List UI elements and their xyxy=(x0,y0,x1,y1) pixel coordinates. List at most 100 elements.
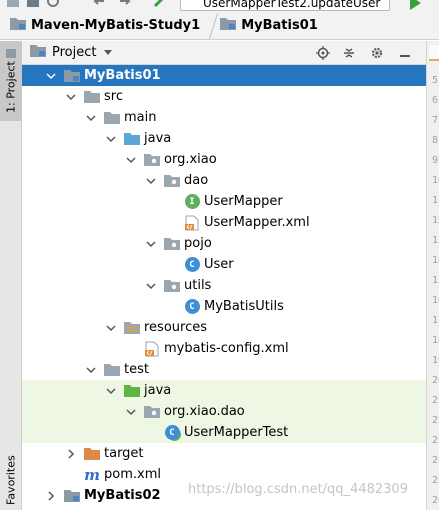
tree-node[interactable]: utils xyxy=(22,275,426,296)
tree-node[interactable]: target xyxy=(22,443,426,464)
line-number: 19 xyxy=(432,355,439,366)
chevron-right-icon[interactable] xyxy=(64,447,78,461)
xml-file-icon xyxy=(184,215,200,231)
chevron-down-icon[interactable] xyxy=(84,111,98,125)
folder-icon xyxy=(6,48,16,58)
line-number: 24 xyxy=(432,455,439,466)
chevron-down-icon[interactable] xyxy=(144,174,158,188)
chevron-down-icon xyxy=(104,50,113,55)
chevron-down-icon[interactable] xyxy=(144,279,158,293)
class-icon: C xyxy=(184,257,200,273)
collapse-all-icon[interactable] xyxy=(342,46,356,60)
tree-node-label: dao xyxy=(184,173,209,188)
tree-node-label: MyBatis01 xyxy=(84,68,161,83)
tree-node[interactable]: main xyxy=(22,107,426,128)
chevron-down-icon[interactable] xyxy=(104,321,118,335)
tree-node[interactable]: resources xyxy=(22,317,426,338)
chevron-down-icon[interactable] xyxy=(124,153,138,167)
project-tool-tab[interactable]: 1: Project xyxy=(0,41,22,121)
save-icon[interactable] xyxy=(26,0,40,8)
tree-node[interactable]: C MyBatisUtils xyxy=(22,296,426,317)
tree-node-label: src xyxy=(104,89,123,104)
build-hammer-icon[interactable] xyxy=(152,0,166,8)
tree-node[interactable]: C User xyxy=(22,254,426,275)
forward-arrow-icon[interactable] xyxy=(118,0,132,8)
tree-node-label: MyBatisUtils xyxy=(204,299,284,314)
package-icon xyxy=(164,278,180,294)
sync-icon[interactable] xyxy=(46,0,60,8)
xml-file-icon xyxy=(144,341,160,357)
line-number: 15 xyxy=(432,275,439,286)
line-number: 21 xyxy=(432,395,439,406)
tree-node[interactable]: UserMapper.xml xyxy=(22,212,426,233)
tree-node-label: UserMapper.xml xyxy=(204,215,310,230)
line-number: 10 xyxy=(432,175,439,186)
chevron-down-icon[interactable] xyxy=(124,405,138,419)
run-configuration-selector[interactable]: UserMapperTest2.updateUser xyxy=(180,0,390,11)
line-number: 7 xyxy=(432,115,439,126)
tree-node-label: target xyxy=(104,446,144,461)
tree-node[interactable]: test xyxy=(22,359,426,380)
tree-node[interactable]: dao xyxy=(22,170,426,191)
breadcrumb-separator xyxy=(199,12,219,39)
run-icon[interactable] xyxy=(410,0,421,10)
project-view-selector[interactable]: Project xyxy=(22,44,113,61)
gear-icon[interactable] xyxy=(370,46,384,60)
project-folder-icon xyxy=(30,44,46,61)
project-tree: MyBatis01 src main java org.xiao dao I UserMapp… xyxy=(22,65,426,510)
tree-node[interactable]: org.xiao.dao xyxy=(22,401,426,422)
chevron-down-icon[interactable] xyxy=(84,363,98,377)
back-arrow-icon[interactable] xyxy=(92,0,106,8)
project-tab-label: 1: Project xyxy=(4,61,18,114)
chevron-right-icon[interactable] xyxy=(44,489,58,503)
hide-panel-icon[interactable] xyxy=(400,46,410,60)
tree-node-label: MyBatis02 xyxy=(84,488,161,503)
tree-node-label: org.xiao xyxy=(164,152,217,167)
open-folder-icon[interactable] xyxy=(6,0,20,8)
editor-tab-xml-icon[interactable] xyxy=(429,45,439,61)
tree-node-label: UserMapperTest xyxy=(184,425,289,440)
tree-node[interactable]: C UserMapperTest xyxy=(22,422,426,443)
package-icon xyxy=(144,404,160,420)
locate-target-icon[interactable] xyxy=(316,46,330,60)
line-number: 23 xyxy=(432,435,439,446)
tree-node-label: main xyxy=(124,110,157,125)
chevron-down-icon[interactable] xyxy=(104,132,118,146)
tree-node[interactable]: org.xiao xyxy=(22,149,426,170)
tree-node[interactable]: MyBatis01 xyxy=(22,65,426,86)
tree-node-label: utils xyxy=(184,278,212,293)
chevron-down-icon[interactable] xyxy=(144,237,158,251)
watermark: https://blog.csdn.net/qq_4482309 xyxy=(188,482,408,497)
breadcrumb-label: MyBatis01 xyxy=(241,18,318,33)
folder-icon xyxy=(84,89,100,105)
line-number: 25 xyxy=(432,475,439,486)
tree-node[interactable]: src xyxy=(22,86,426,107)
folder-icon xyxy=(104,110,120,126)
tree-node[interactable]: I UserMapper xyxy=(22,191,426,212)
line-number: 17 xyxy=(432,315,439,326)
tree-node-label: test xyxy=(124,362,149,377)
tree-node[interactable]: java xyxy=(22,380,426,401)
chevron-down-icon[interactable] xyxy=(64,90,78,104)
breadcrumb-item-project[interactable]: Maven-MyBatis-Study1 xyxy=(10,17,200,34)
tree-node-label: org.xiao.dao xyxy=(164,404,245,419)
favorites-tab-label: Favorites xyxy=(4,455,18,506)
tree-node-label: java xyxy=(144,131,172,146)
project-panel-header: Project xyxy=(22,41,426,65)
editor-gutter: 5678910111213141516171819202122232425262… xyxy=(426,41,439,510)
module-folder-icon xyxy=(64,488,80,504)
chevron-down-icon[interactable] xyxy=(44,69,58,83)
breadcrumb-item-module[interactable]: MyBatis01 xyxy=(220,17,318,34)
chevron-down-icon[interactable] xyxy=(104,384,118,398)
line-number: 18 xyxy=(432,335,439,346)
line-number: 20 xyxy=(432,375,439,386)
tree-node[interactable]: java xyxy=(22,128,426,149)
tree-node[interactable]: mybatis-config.xml xyxy=(22,338,426,359)
tree-node[interactable]: pojo xyxy=(22,233,426,254)
favorites-tool-tab[interactable]: Favorites xyxy=(0,451,22,510)
line-number: 9 xyxy=(432,155,439,166)
test-class-icon: C xyxy=(164,425,180,441)
